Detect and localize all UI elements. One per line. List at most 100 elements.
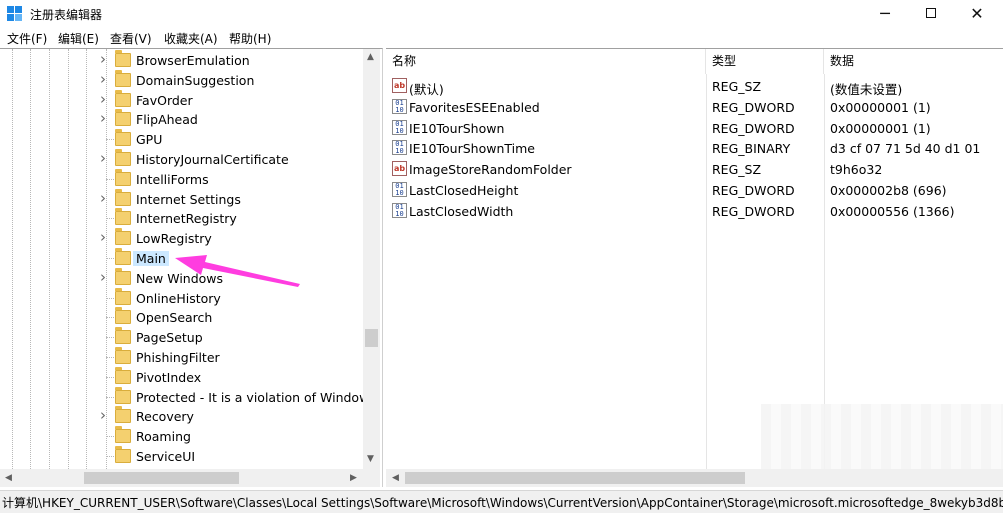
tree-item[interactable]: Main: [0, 248, 363, 268]
tree-item[interactable]: OpenSearch: [0, 307, 363, 327]
value-row[interactable]: 01 10 IE10TourShown REG_DWORD 0x00000001 (1…: [386, 118, 1003, 139]
folder-icon: [115, 287, 131, 305]
tree-horizontal-scrollbar[interactable]: ◀ ▶: [0, 469, 380, 487]
tree-item[interactable]: › Recovery: [0, 406, 363, 426]
folder-icon: [115, 248, 131, 265]
scroll-left-icon[interactable]: ◀: [392, 473, 399, 483]
value-row[interactable]: 01 10 LastClosedHeight REG_DWORD 0x000002b8…: [386, 180, 1003, 201]
chevron-right-icon[interactable]: ›: [100, 149, 110, 167]
chevron-right-icon[interactable]: ›: [100, 50, 110, 68]
value-row[interactable]: ab ImageStoreRandomFolder REG_SZ t9h6o32: [386, 159, 1003, 180]
scroll-up-icon[interactable]: ▲: [367, 52, 374, 62]
tree-horizontal-scroll-thumb[interactable]: [84, 472, 239, 484]
tree-item-label: PhishingFilter: [136, 350, 220, 365]
tree-item-label: InternetRegistry: [136, 211, 237, 227]
value-row[interactable]: 01 10 LastClosedWidth REG_DWORD 0x00000556 …: [386, 201, 1003, 222]
tree-connector: [106, 456, 114, 457]
menu-edit[interactable]: 编辑(E): [58, 30, 99, 47]
tree-item[interactable]: › BrowserEmulation: [0, 50, 363, 70]
value-name: IE10TourShown: [409, 120, 505, 136]
value-name: IE10TourShownTime: [409, 141, 535, 157]
chevron-right-icon[interactable]: ›: [100, 70, 110, 88]
value-row[interactable]: 01 10 FavoritesESEEnabled REG_DWORD 0x00000…: [386, 97, 1003, 118]
value-name: FavoritesESEEnabled: [409, 99, 540, 115]
chevron-right-icon[interactable]: ›: [100, 109, 110, 127]
scroll-right-icon[interactable]: ▶: [350, 473, 357, 483]
tree-connector: [106, 357, 114, 358]
folder-icon: [115, 446, 131, 463]
value-data: 0x00000001 (1): [830, 120, 931, 136]
tree-vertical-scroll-thumb[interactable]: [365, 329, 378, 347]
menu-favorites[interactable]: 收藏夹(A): [164, 30, 218, 47]
title-bar: 注册表编辑器 ─ ✕: [0, 0, 1003, 28]
tree-connector: [106, 139, 114, 141]
tree-item[interactable]: › New Windows: [0, 267, 363, 288]
registry-tree-pane[interactable]: › BrowserEmulation › DomainSuggestion › FavOr…: [0, 48, 383, 487]
value-data: 0x000002b8 (696): [830, 183, 947, 198]
folder-icon: [115, 327, 131, 345]
tree-connector: [106, 376, 114, 378]
scroll-down-icon[interactable]: ▼: [367, 454, 374, 464]
chevron-right-icon[interactable]: ›: [100, 228, 110, 246]
tree-item[interactable]: › Internet Settings: [0, 188, 363, 209]
tree-item-label: OnlineHistory: [136, 290, 221, 306]
column-header-name[interactable]: 名称: [386, 49, 706, 74]
folder-icon: [115, 228, 131, 246]
tree-item-label: HistoryJournalCertificate: [136, 152, 289, 167]
tree-item[interactable]: ServiceUI: [0, 446, 363, 466]
tree-item[interactable]: › FavOrder: [0, 89, 363, 110]
menu-file[interactable]: 文件(F): [7, 30, 47, 47]
value-row[interactable]: 01 10 IE10TourShownTime REG_BINARY d3 cf 07…: [386, 138, 1003, 159]
folder-icon: [115, 168, 131, 186]
tree-vertical-scrollbar[interactable]: ▲ ▼: [363, 49, 380, 469]
value-type: REG_SZ: [712, 162, 762, 178]
minimize-icon: ─: [880, 4, 890, 23]
tree-item[interactable]: PageSetup: [0, 327, 363, 347]
binary-value-icon: 01 10: [392, 119, 407, 135]
tree-item[interactable]: Protected - It is a violation of Windows: [0, 386, 376, 407]
folder-icon: [115, 109, 131, 127]
value-data: 0x00000556 (1366): [830, 203, 955, 219]
tree-item[interactable]: › FlipAhead: [0, 109, 363, 129]
value-type: REG_DWORD: [712, 120, 795, 136]
column-header-type[interactable]: 类型: [706, 49, 824, 74]
tree-item[interactable]: OnlineHistory: [0, 287, 363, 308]
chevron-right-icon[interactable]: ›: [100, 90, 110, 108]
value-row[interactable]: ab (默认) REG_SZ (数值未设置): [386, 76, 1003, 97]
value-name: (默认): [409, 82, 444, 97]
tree-item[interactable]: › LowRegistry: [0, 228, 363, 248]
registry-values-pane[interactable]: 名称 类型 数据 ab (默认) REG_SZ (数值未设置) 01 10 Favorit…: [386, 48, 1003, 487]
value-name: ImageStoreRandomFolder: [409, 162, 572, 178]
value-type: REG_BINARY: [712, 141, 791, 157]
tree-item-label: New Windows: [136, 270, 224, 286]
minimize-button[interactable]: ─: [862, 0, 908, 28]
chevron-right-icon[interactable]: ›: [100, 268, 110, 286]
menu-help[interactable]: 帮助(H): [229, 30, 271, 47]
tree-item[interactable]: GPU: [0, 129, 363, 149]
tree-item[interactable]: › HistoryJournalCertificate: [0, 149, 363, 169]
current-key-path: 计算机\HKEY_CURRENT_USER\Software\Classes\L…: [2, 496, 1003, 510]
tree-item-label: Protected - It is a violation of Windows: [136, 389, 376, 405]
tree-item[interactable]: InternetRegistry: [0, 208, 363, 228]
chevron-right-icon[interactable]: ›: [100, 189, 110, 207]
column-header-data[interactable]: 数据: [824, 49, 1003, 74]
values-horizontal-scrollbar[interactable]: ◀: [386, 469, 1003, 487]
scroll-left-icon[interactable]: ◀: [5, 473, 12, 483]
values-horizontal-scroll-thumb[interactable]: [405, 472, 745, 484]
maximize-button[interactable]: [908, 0, 954, 28]
tree-item[interactable]: PivotIndex: [0, 366, 363, 387]
tree-item[interactable]: IntelliForms: [0, 168, 363, 189]
string-value-icon: ab: [392, 78, 407, 93]
chevron-right-icon[interactable]: ›: [100, 406, 110, 424]
tree-connector: [106, 297, 114, 299]
window-title: 注册表编辑器: [30, 8, 103, 22]
tree-connector: [106, 337, 114, 339]
close-button[interactable]: ✕: [954, 0, 1000, 28]
value-type: REG_DWORD: [712, 203, 795, 219]
binary-value-icon: 01 10: [392, 182, 407, 197]
tree-item[interactable]: Roaming: [0, 426, 363, 446]
tree-item[interactable]: › DomainSuggestion: [0, 69, 363, 90]
menu-view[interactable]: 查看(V): [110, 30, 152, 47]
tree-item-label: GPU: [136, 132, 163, 148]
tree-item[interactable]: PhishingFilter: [0, 347, 363, 367]
